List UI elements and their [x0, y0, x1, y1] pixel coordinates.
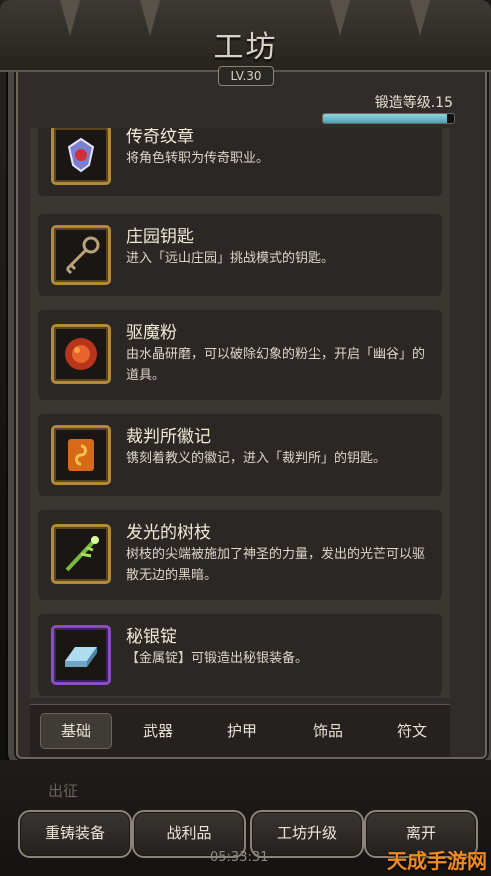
item-name: 驱魔粉	[126, 323, 177, 343]
site-watermark: 天成手游网	[387, 849, 487, 873]
page-title: 工坊	[213, 30, 278, 65]
tab-weapons[interactable]: 武器	[122, 713, 194, 749]
forge-level-label: 锻造等级.15	[374, 95, 453, 111]
item-description: 将角色转职为传奇职业。	[126, 151, 270, 166]
list-item[interactable]: 发光的树枝 树枝的尖端被施加了神圣的力量，发出的光芒可以驱散无边的黑暗。	[38, 510, 442, 600]
tab-accessories[interactable]: 饰品	[292, 713, 364, 749]
emblem-icon	[51, 425, 111, 485]
forge-progress-bar	[322, 113, 455, 124]
item-description: 【金属锭】可锻造出秘银装备。	[126, 651, 309, 666]
item-description: 由水晶研磨，可以破除幻象的粉尘，开启「幽谷」的道具。	[126, 347, 426, 383]
list-item[interactable]: 驱魔粉 由水晶研磨，可以破除幻象的粉尘，开启「幽谷」的道具。	[38, 310, 442, 400]
item-name: 传奇纹章	[126, 128, 194, 147]
item-name: 秘银锭	[126, 627, 177, 647]
item-list-panel[interactable]: 传奇纹章 将角色转职为传奇职业。 庄园钥匙 进入「远山庄园」挑战模式的钥匙。 驱…	[30, 128, 450, 698]
list-item[interactable]: 传奇纹章 将角色转职为传奇职业。	[38, 128, 442, 196]
item-name: 发光的树枝	[126, 523, 211, 543]
forge-progress-fill	[323, 114, 448, 123]
item-name: 庄园钥匙	[126, 227, 194, 247]
ingot-icon	[51, 625, 111, 685]
item-description: 树枝的尖端被施加了神圣的力量，发出的光芒可以驱散无边的黑暗。	[126, 547, 426, 583]
game-clock: 05:33:31	[210, 850, 269, 865]
tab-basic[interactable]: 基础	[40, 713, 112, 749]
tab-runes[interactable]: 符文	[376, 713, 448, 749]
powder-icon	[51, 324, 111, 384]
category-tabs: 基础 武器 护甲 饰品 符文	[30, 704, 450, 757]
reforge-equipment-button[interactable]: 重铸装备	[18, 810, 132, 858]
item-description: 镌刻着教义的徽记，进入「裁判所」的钥匙。	[126, 451, 387, 466]
list-item[interactable]: 裁判所徽记 镌刻着教义的徽记，进入「裁判所」的钥匙。	[38, 414, 442, 496]
list-item[interactable]: 秘银锭 【金属锭】可锻造出秘银装备。	[38, 614, 442, 696]
key-icon	[51, 225, 111, 285]
item-name: 裁判所徽记	[126, 427, 211, 447]
branch-icon	[51, 524, 111, 584]
workshop-level-badge: LV.30	[218, 66, 274, 86]
tab-armor[interactable]: 护甲	[206, 713, 278, 749]
item-description: 进入「远山庄园」挑战模式的钥匙。	[126, 251, 335, 266]
faded-background-label: 出征	[48, 782, 79, 800]
list-item[interactable]: 庄园钥匙 进入「远山庄园」挑战模式的钥匙。	[38, 214, 442, 296]
legend-crest-icon	[51, 128, 111, 185]
